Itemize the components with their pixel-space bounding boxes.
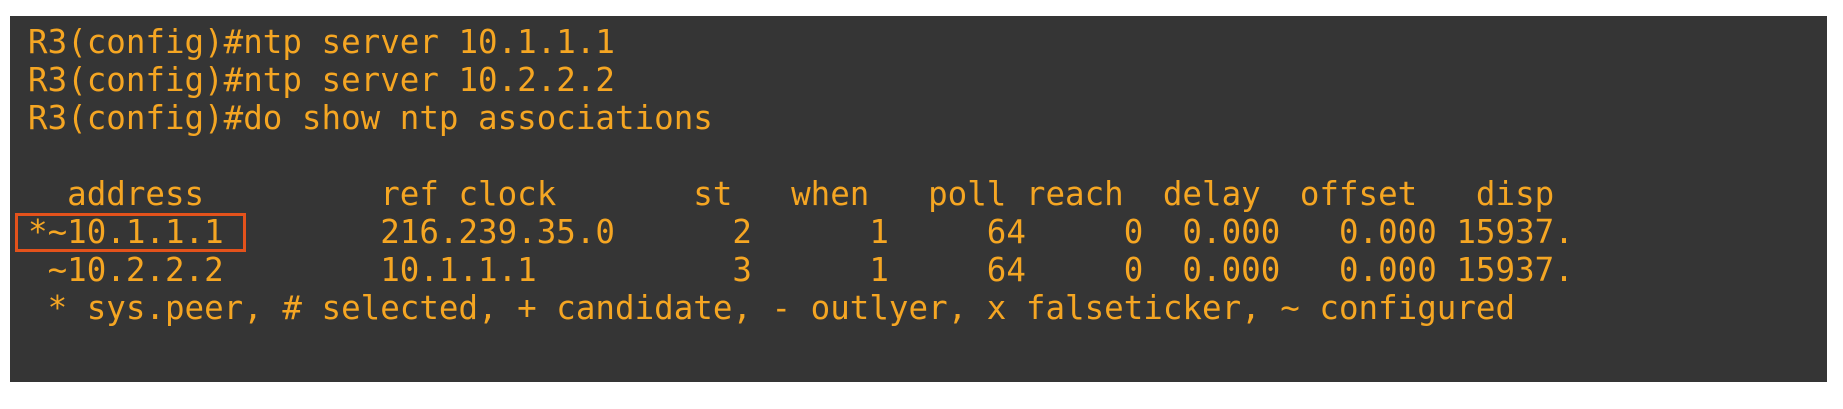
table-row: ~10.2.2.2 10.1.1.1 3 1 64 0 0.000 0.000 … (28, 251, 1574, 289)
command-line-show-ntp: R3(config)#do show ntp associations (28, 99, 713, 137)
table-row: *~10.1.1.1 216.239.35.0 2 1 64 0 0.000 0… (28, 213, 1574, 251)
legend-line: * sys.peer, # selected, + candidate, - o… (28, 289, 1516, 327)
terminal-window[interactable]: R3(config)#ntp server 10.1.1.1 R3(config… (10, 16, 1827, 382)
command-line-ntp-server-1: R3(config)#ntp server 10.1.1.1 (28, 23, 615, 61)
table-header: address ref clock st when poll reach del… (28, 175, 1555, 213)
sys-peer-highlight-box (15, 213, 246, 252)
command-line-ntp-server-2: R3(config)#ntp server 10.2.2.2 (28, 61, 615, 99)
